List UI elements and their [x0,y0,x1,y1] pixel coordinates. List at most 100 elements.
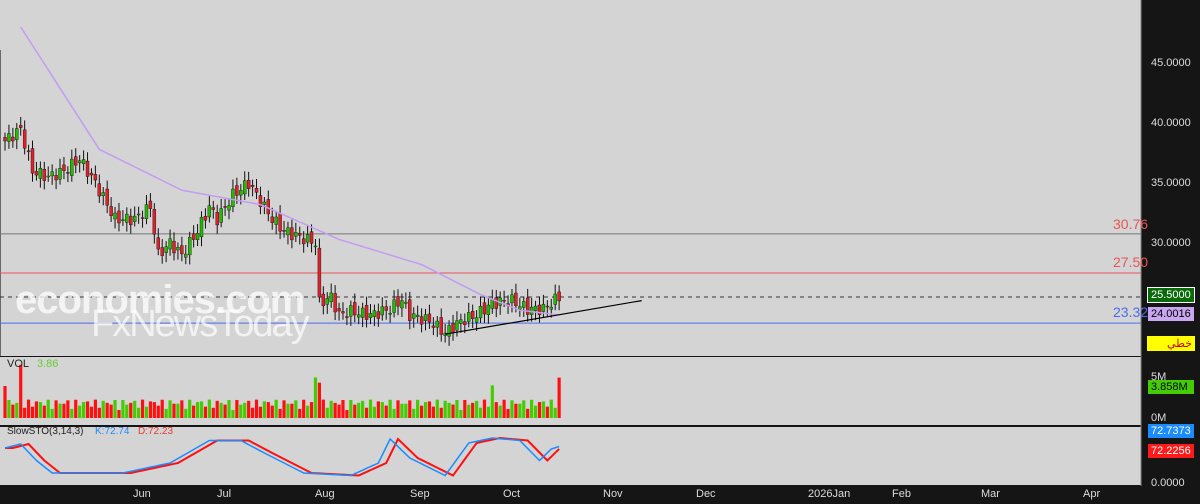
candle-body [455,320,459,331]
candle-body [400,300,404,309]
volume-bar [502,399,506,418]
volume-bar [50,408,54,418]
volume-bar [361,400,365,418]
candle-body [113,212,117,220]
volume-bar [423,402,428,418]
volume-bar [384,405,388,418]
candle-body [231,188,235,207]
volume-bar [530,399,534,418]
time-axis-label: Nov [603,488,623,500]
candle-body [22,129,27,149]
volume-bar [125,404,129,418]
volume-bar [435,399,439,418]
volume-bar [419,405,424,418]
volume-bar [34,401,39,418]
candle-body [262,201,267,205]
candle-body [42,169,46,181]
stoch-d-badge: 72.2256 [1148,444,1194,458]
stoch-d-label: D:72.23 [138,426,174,437]
time-axis-label: Apr [1083,488,1101,500]
volume-bar [85,401,90,418]
candle-body [152,209,157,235]
time-axis-label: Aug [315,488,335,500]
candle-body [199,217,204,238]
volume-bar [172,403,176,418]
candle-body [478,306,483,319]
candle-body [125,213,129,223]
volume-bar [195,402,200,418]
volume-bar [105,402,109,418]
volume-bar [329,400,333,418]
volume-bar [345,409,349,418]
volume-tick: 0M [1151,412,1167,424]
chart-canvas[interactable] [0,0,1200,504]
candle-body [333,293,337,313]
candle-body [117,210,121,224]
volume-bar [368,399,373,418]
candle-body [357,314,361,318]
candle-body [408,299,412,321]
volume-bar [549,399,553,418]
volume-bar [372,406,377,418]
volume-bar [541,401,546,418]
volume-bar [160,399,164,418]
candle-body [463,321,467,325]
candle-body [70,158,74,176]
line-type-button[interactable]: خطي [1147,336,1195,351]
candle-body [77,160,82,164]
candle-body [203,216,208,221]
candle-body [89,172,94,176]
volume-bar [349,399,353,418]
candle-body [46,175,50,178]
candle-body [168,238,172,250]
watermark-fxnewstoday: FxNewsToday [91,303,310,345]
level-30-76: 30.76 [1113,216,1149,232]
candle-body [545,305,550,308]
candle-body [243,180,247,195]
volume-bar [26,399,31,418]
candle-body [309,231,314,244]
volume-bar [227,399,231,418]
candle-body [227,205,231,211]
volume-bar [376,401,380,418]
candle-body [451,323,455,334]
volume-bar [471,402,475,418]
volume-bar [309,402,314,418]
candle-body [223,206,227,208]
candle-body [392,299,396,313]
volume-value: 3.86 [37,358,59,370]
volume-bar [557,377,561,418]
candle-body [15,128,19,140]
volume-bar [78,405,82,418]
volume-bar [427,401,432,418]
volume-bar [23,407,27,418]
volume-bar [152,402,156,418]
volume-bar [537,402,542,418]
time-axis-label: Jul [217,488,232,500]
price-tick: 40.0000 [1151,117,1191,129]
volume-bar [353,404,357,418]
volume-bar [380,402,384,418]
volume-bar [510,400,514,418]
candle-body [144,204,149,219]
volume-bar [66,400,70,418]
volume-bar [97,407,101,418]
candle-body [553,293,557,305]
volume-bar [184,408,188,418]
candle-body [184,253,188,258]
candle-body [191,233,196,240]
volume-bar [459,409,463,418]
volume-bar [498,405,502,418]
candle-body [435,320,439,328]
volume-bar [156,405,160,418]
volume-bar [357,402,361,418]
candle-body [474,317,479,323]
stoch-k-label: K:72.74 [95,426,130,437]
volume-bar [290,403,294,418]
volume-bar [58,403,62,418]
volume-bar [258,406,263,418]
candle-body [54,175,58,181]
candle-body [368,313,373,318]
volume-bar [113,399,117,418]
volume-bar [404,403,408,418]
